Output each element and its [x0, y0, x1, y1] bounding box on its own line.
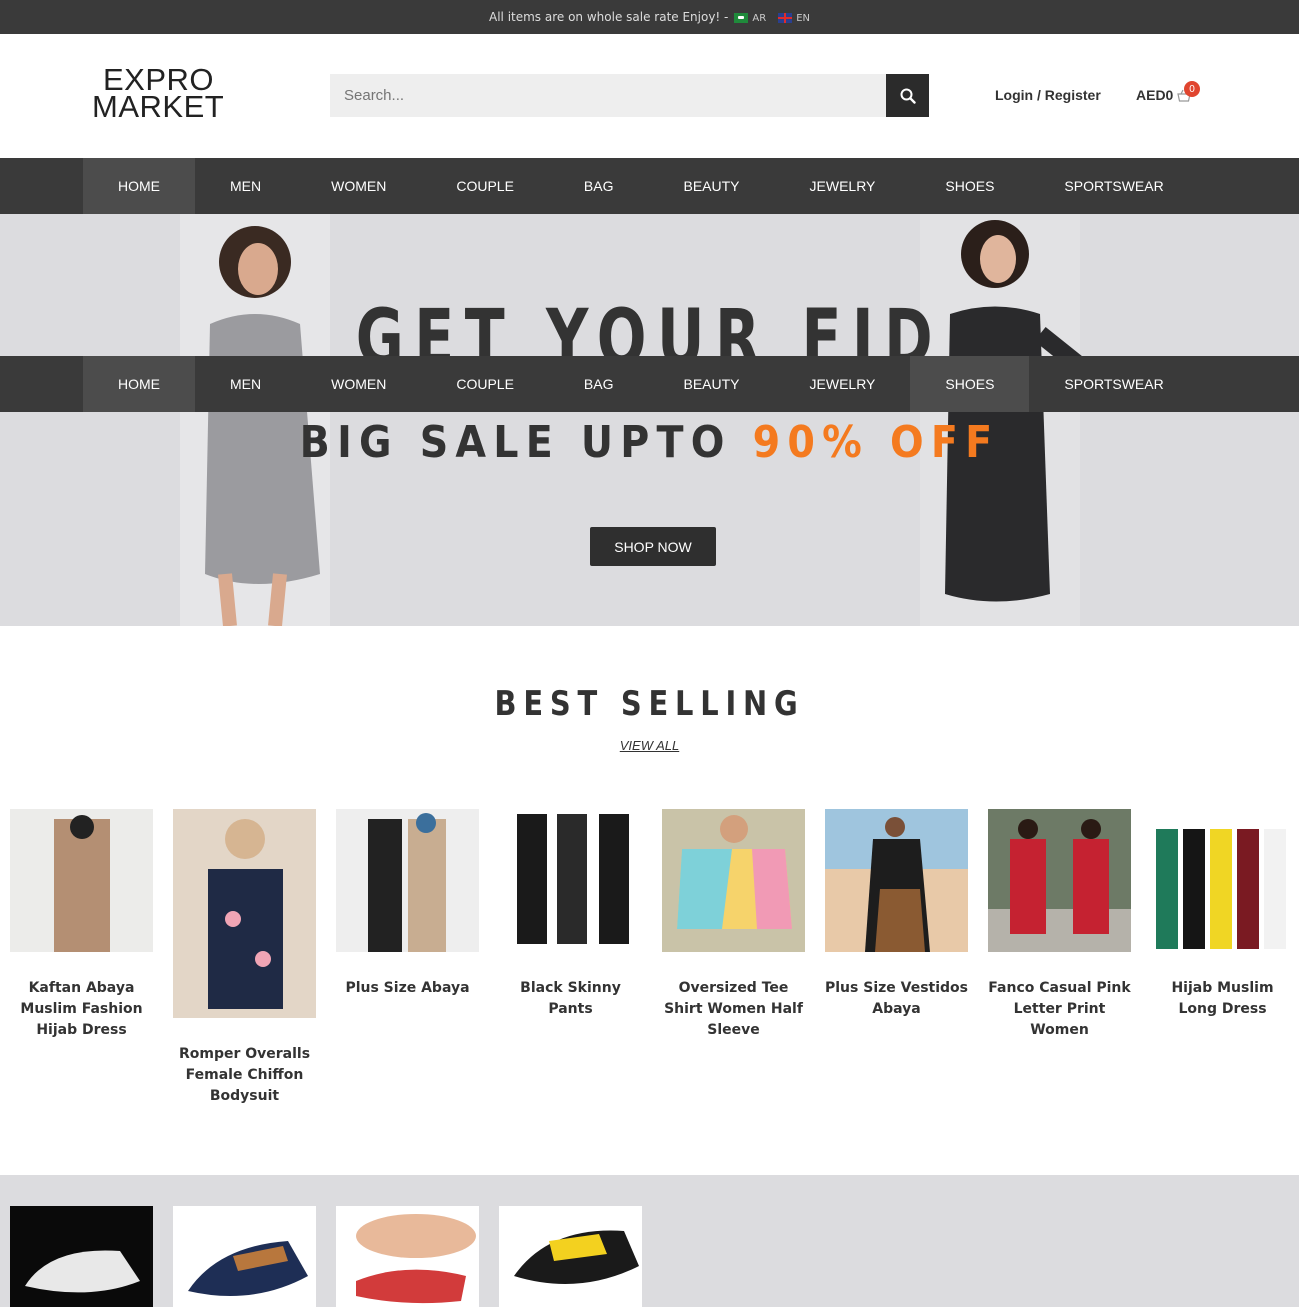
product-card[interactable]: Kaftan Abaya Muslim Fashion Hijab Dress [10, 809, 153, 1107]
product-name[interactable]: Oversized Tee Shirt Women Half Sleeve [662, 978, 805, 1041]
sticky-nav: HOME MEN WOMEN COUPLE BAG BEAUTY JEWELRY… [0, 356, 1299, 412]
shoe-product-row [10, 1206, 642, 1307]
product-card[interactable]: Plus Size Abaya [336, 809, 479, 1107]
hero-banner: GET YOUR FID HOME MEN WOMEN COUPLE BAG B… [0, 214, 1299, 626]
announcement-bar: All items are on whole sale rate Enjoy! … [0, 0, 1299, 34]
shoes-section [0, 1175, 1299, 1307]
saudi-flag-icon [734, 12, 749, 23]
search-icon [900, 88, 916, 104]
product-card[interactable]: Romper Overalls Female Chiffon Bodysuit [173, 809, 316, 1107]
nav-home[interactable]: HOME [83, 158, 195, 214]
cart-count-badge: 0 [1184, 81, 1200, 97]
product-card[interactable]: Black Skinny Pants [499, 809, 642, 1107]
nav-shoes[interactable]: SHOES [910, 158, 1029, 214]
product-name[interactable]: Kaftan Abaya Muslim Fashion Hijab Dress [10, 978, 153, 1041]
nav-men[interactable]: MEN [195, 158, 296, 214]
sticky-nav-jewelry[interactable]: JEWELRY [775, 356, 911, 412]
sale-percent: 90% OFF [752, 417, 1000, 468]
product-name[interactable]: Black Skinny Pants [499, 978, 642, 1020]
view-all-link[interactable]: VIEW ALL [620, 738, 679, 753]
product-image[interactable] [1151, 809, 1294, 952]
nav-couple[interactable]: COUPLE [421, 158, 549, 214]
sticky-nav-women[interactable]: WOMEN [296, 356, 421, 412]
product-image[interactable] [662, 809, 805, 952]
product-image[interactable] [499, 1206, 642, 1307]
product-name[interactable]: Plus Size Abaya [336, 978, 479, 999]
product-image[interactable] [173, 809, 316, 1018]
product-name[interactable]: Fanco Casual Pink Letter Print Women [988, 978, 1131, 1041]
product-row: Kaftan Abaya Muslim Fashion Hijab Dress … [10, 809, 1299, 1107]
nav-women[interactable]: WOMEN [296, 158, 421, 214]
product-image[interactable] [988, 809, 1131, 952]
site-header: EXPRO MARKET Login / Register AED0 0 [0, 34, 1299, 158]
search-button[interactable] [886, 74, 929, 117]
product-card[interactable]: Plus Size Vestidos Abaya [825, 809, 968, 1107]
best-selling-section: BEST SELLING VIEW ALL [0, 626, 1299, 754]
uk-flag-icon [778, 12, 793, 23]
search-input[interactable] [330, 74, 886, 117]
product-image[interactable] [10, 1206, 153, 1307]
nav-beauty[interactable]: BEAUTY [649, 158, 775, 214]
main-nav: HOME MEN WOMEN COUPLE BAG BEAUTY JEWELRY… [0, 158, 1299, 214]
product-card[interactable]: Oversized Tee Shirt Women Half Sleeve [662, 809, 805, 1107]
product-image[interactable] [173, 1206, 316, 1307]
product-image[interactable] [336, 1206, 479, 1307]
product-name[interactable]: Romper Overalls Female Chiffon Bodysuit [173, 1044, 316, 1107]
announcement-text: All items are on whole sale rate Enjoy! … [489, 10, 729, 24]
sticky-nav-shoes[interactable]: SHOES [910, 356, 1030, 412]
product-image[interactable] [10, 809, 153, 952]
sticky-nav-sportswear[interactable]: SPORTSWEAR [1029, 356, 1198, 412]
product-card[interactable]: Hijab Muslim Long Dress [1151, 809, 1294, 1107]
lang-ar-switch[interactable]: AR [734, 10, 766, 24]
shop-now-button[interactable]: SHOP NOW [590, 527, 716, 566]
product-image[interactable] [825, 809, 968, 952]
cart-total: AED0 [1136, 87, 1174, 103]
product-image[interactable] [336, 809, 479, 952]
sticky-nav-men[interactable]: MEN [195, 356, 296, 412]
nav-jewelry[interactable]: JEWELRY [775, 158, 911, 214]
product-image[interactable] [499, 809, 642, 952]
search-bar [330, 74, 929, 117]
site-logo[interactable]: EXPRO MARKET [92, 64, 224, 122]
nav-bag[interactable]: BAG [549, 158, 649, 214]
sticky-nav-home[interactable]: HOME [83, 356, 195, 412]
lang-en-switch[interactable]: EN [778, 10, 810, 24]
nav-sportswear[interactable]: SPORTSWEAR [1029, 158, 1198, 214]
sticky-nav-beauty[interactable]: BEAUTY [649, 356, 775, 412]
section-title: BEST SELLING [494, 684, 805, 724]
sale-headline: BIG SALE UPTO 90% OFF [299, 417, 1000, 468]
login-register-link[interactable]: Login / Register [995, 87, 1101, 103]
product-card[interactable]: Fanco Casual Pink Letter Print Women [988, 809, 1131, 1107]
product-name[interactable]: Hijab Muslim Long Dress [1151, 978, 1294, 1020]
cart-button[interactable]: AED0 0 [1136, 81, 1200, 103]
sticky-nav-couple[interactable]: COUPLE [421, 356, 549, 412]
sticky-nav-bag[interactable]: BAG [549, 356, 649, 412]
product-name[interactable]: Plus Size Vestidos Abaya [825, 978, 968, 1020]
